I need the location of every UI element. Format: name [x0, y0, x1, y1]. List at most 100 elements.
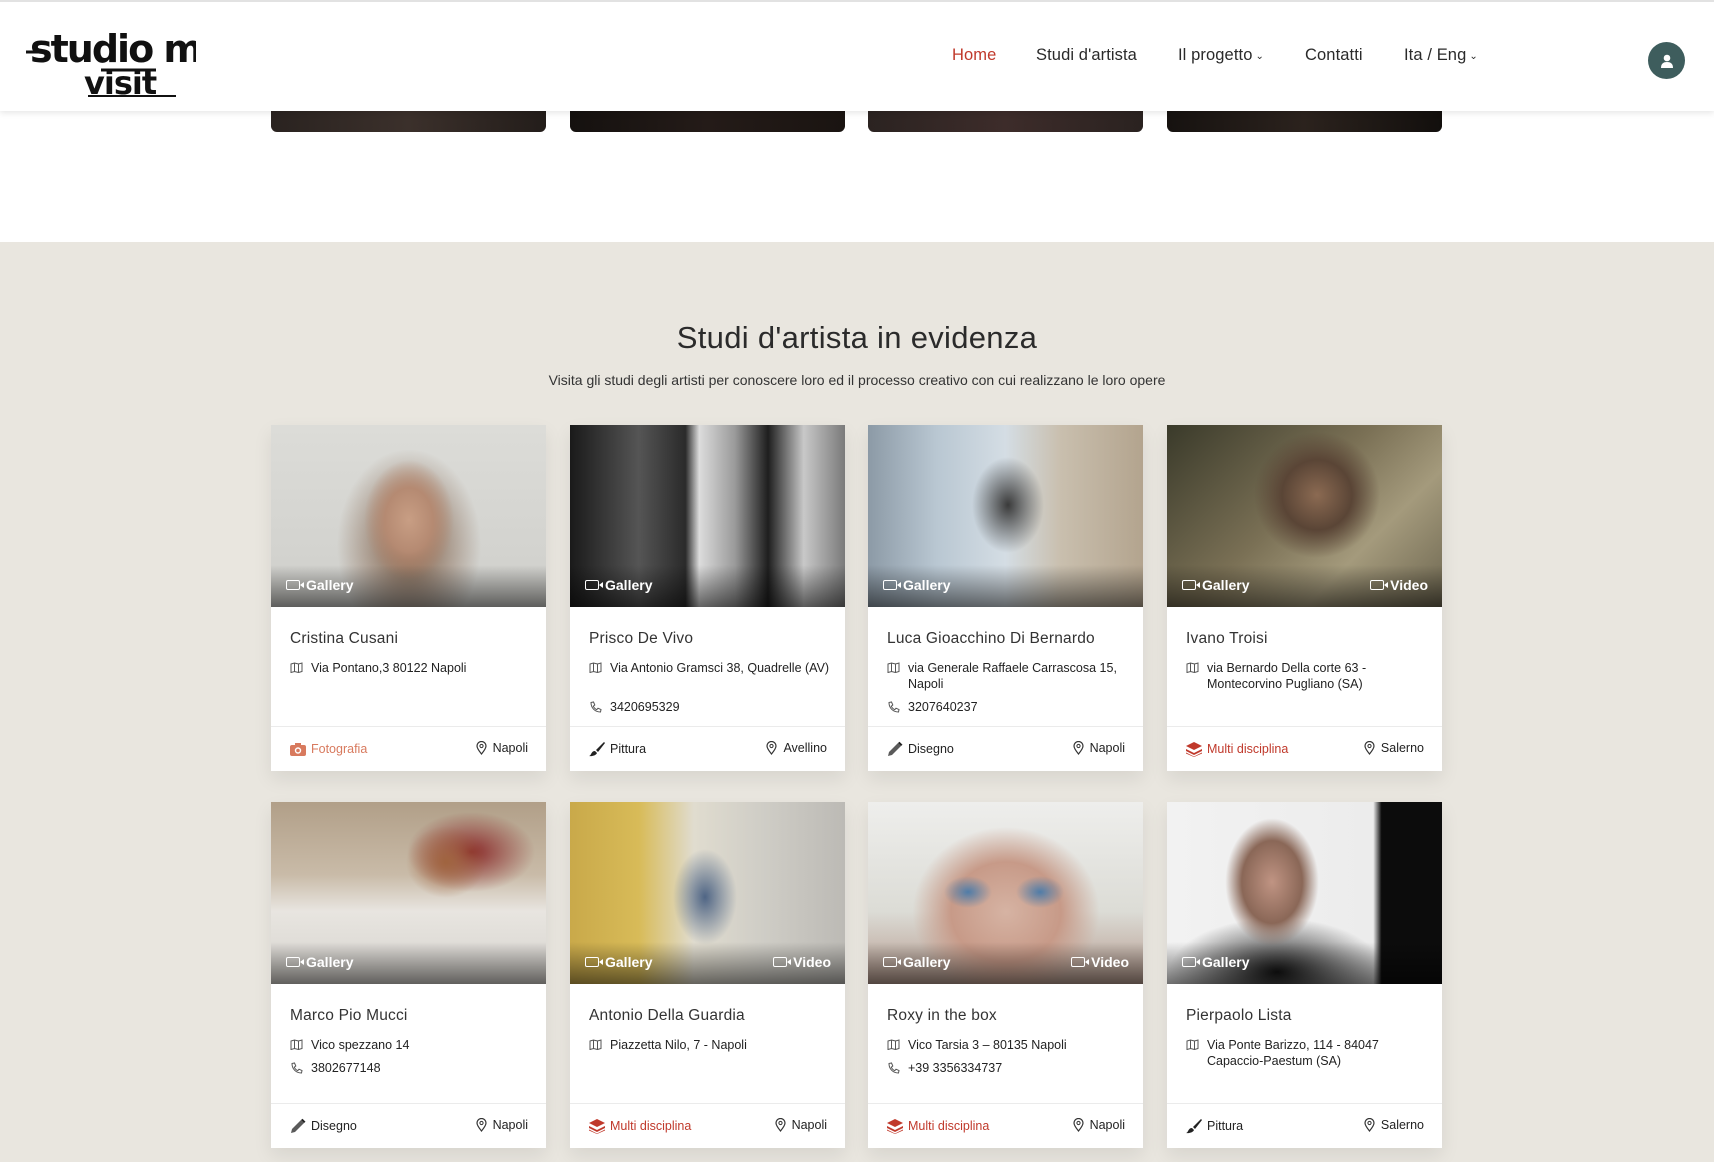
- card-footer: Disegno Napoli: [271, 1103, 546, 1148]
- artist-photo[interactable]: Gallery: [868, 425, 1143, 607]
- artist-address: Vico Tarsia 3 – 80135 Napoli: [887, 1037, 1132, 1053]
- artist-address-text: Piazzetta Nilo, 7 - Napoli: [610, 1038, 747, 1052]
- layers-icon: [887, 1119, 903, 1134]
- artist-address-text: via Generale Raffaele Carrascosa 15, Nap…: [908, 661, 1117, 691]
- artist-name[interactable]: Roxy in the box: [887, 1007, 997, 1025]
- gallery-tag[interactable]: Gallery: [286, 577, 353, 593]
- discipline-badge[interactable]: Multi disciplina: [588, 1118, 691, 1134]
- video-camera-icon: [585, 957, 603, 967]
- city-text: Napoli: [492, 741, 528, 755]
- discipline-badge[interactable]: Multi disciplina: [886, 1118, 989, 1134]
- artist-card[interactable]: Gallery Pierpaolo Lista Via Ponte Barizz…: [1167, 802, 1442, 1148]
- gallery-tag[interactable]: Gallery: [585, 954, 652, 970]
- discipline-badge[interactable]: Pittura: [1185, 1118, 1243, 1134]
- artist-card[interactable]: Gallery Marco Pio Mucci Vico spezzano 14…: [271, 802, 546, 1148]
- artist-phone[interactable]: 3802677148: [290, 1061, 381, 1075]
- card-footer: Fotografia Napoli: [271, 726, 546, 771]
- video-camera-icon: [773, 957, 792, 967]
- city-text: Salerno: [1380, 741, 1424, 755]
- gallery-tag[interactable]: Gallery: [1182, 577, 1249, 593]
- discipline-badge[interactable]: Disegno: [289, 1118, 357, 1134]
- artist-phone[interactable]: 3207640237: [887, 700, 978, 714]
- artist-photo[interactable]: Gallery: [271, 425, 546, 607]
- artist-card[interactable]: Gallery Video Ivano Troisi via Bernardo …: [1167, 425, 1442, 771]
- artist-card[interactable]: Gallery Luca Gioacchino Di Bernardo via …: [868, 425, 1143, 771]
- video-camera-icon: [1182, 580, 1200, 590]
- artist-photo[interactable]: Gallery Video: [570, 802, 845, 984]
- discipline-badge[interactable]: Pittura: [588, 741, 646, 757]
- city-label[interactable]: Avellino: [766, 741, 827, 755]
- artist-phone[interactable]: 3420695329: [589, 700, 680, 714]
- gallery-tag[interactable]: Gallery: [883, 577, 950, 593]
- artist-name[interactable]: Prisco De Vivo: [589, 630, 693, 648]
- artist-address: Via Ponte Barizzo, 114 - 84047 Capaccio-…: [1186, 1037, 1431, 1069]
- artist-address: Via Antonio Gramsci 38, Quadrelle (AV): [589, 660, 834, 676]
- city-text: Avellino: [783, 741, 827, 755]
- city-label[interactable]: Salerno: [1364, 1118, 1424, 1132]
- nav-contatti[interactable]: Contatti: [1305, 46, 1363, 65]
- map-icon: [589, 662, 602, 673]
- nav-il-progetto-label: Il progetto: [1178, 46, 1253, 64]
- city-label[interactable]: Salerno: [1364, 741, 1424, 755]
- artist-phone-text: 3207640237: [908, 700, 978, 714]
- video-tag[interactable]: Video: [1370, 577, 1428, 593]
- discipline-badge[interactable]: Disegno: [886, 741, 954, 757]
- gallery-tag[interactable]: Gallery: [585, 577, 652, 593]
- previous-card-bottom[interactable]: [868, 111, 1143, 132]
- city-label[interactable]: Napoli: [475, 1118, 528, 1132]
- chevron-down-icon: ⌄: [1469, 51, 1478, 62]
- city-label[interactable]: Napoli: [1072, 1118, 1125, 1132]
- video-camera-icon: [585, 580, 603, 590]
- discipline-badge[interactable]: Multi disciplina: [1185, 741, 1288, 757]
- city-text: Napoli: [1089, 741, 1125, 755]
- previous-card-bottom[interactable]: [570, 111, 845, 132]
- artist-name[interactable]: Luca Gioacchino Di Bernardo: [887, 630, 1095, 648]
- studio-me-visit-logo[interactable]: studio me visit: [26, 26, 196, 102]
- discipline-label: Pittura: [610, 742, 647, 756]
- video-camera-icon: [883, 580, 901, 590]
- artist-photo[interactable]: Gallery: [1167, 802, 1442, 984]
- artist-photo[interactable]: Gallery: [271, 802, 546, 984]
- nav-studi-artista[interactable]: Studi d'artista: [1036, 46, 1137, 65]
- video-tag[interactable]: Video: [1071, 954, 1129, 970]
- map-icon: [290, 662, 303, 673]
- layers-icon: [589, 1119, 605, 1134]
- city-label[interactable]: Napoli: [774, 1118, 827, 1132]
- discipline-label: Disegno: [311, 1119, 357, 1133]
- artist-photo[interactable]: Gallery Video: [1167, 425, 1442, 607]
- gallery-tag[interactable]: Gallery: [883, 954, 950, 970]
- card-footer: Pittura Avellino: [570, 726, 845, 771]
- nav-il-progetto[interactable]: Il progetto ⌄: [1178, 46, 1264, 65]
- artist-photo[interactable]: Gallery: [570, 425, 845, 607]
- nav-home[interactable]: Home: [952, 46, 996, 65]
- artist-card[interactable]: Gallery Video Antonio Della Guardia Piaz…: [570, 802, 845, 1148]
- city-label[interactable]: Napoli: [1072, 741, 1125, 755]
- city-label[interactable]: Napoli: [475, 741, 528, 755]
- card-footer: Multi disciplina Salerno: [1167, 726, 1442, 771]
- artist-name[interactable]: Antonio Della Guardia: [589, 1007, 745, 1025]
- discipline-badge[interactable]: Fotografia: [289, 741, 367, 757]
- gallery-tag[interactable]: Gallery: [286, 954, 353, 970]
- gallery-tag[interactable]: Gallery: [1182, 954, 1249, 970]
- artist-photo[interactable]: Gallery Video: [868, 802, 1143, 984]
- artist-card[interactable]: Gallery Prisco De Vivo Via Antonio Grams…: [570, 425, 845, 771]
- map-icon: [1186, 1039, 1199, 1050]
- artist-phone[interactable]: +39 3356334737: [887, 1061, 1002, 1075]
- previous-card-bottom[interactable]: [271, 111, 546, 132]
- video-tag[interactable]: Video: [773, 954, 831, 970]
- map-icon: [887, 662, 900, 673]
- artist-name[interactable]: Cristina Cusani: [290, 630, 398, 648]
- artist-card[interactable]: Gallery Cristina Cusani Via Pontano,3 80…: [271, 425, 546, 771]
- artist-name[interactable]: Ivano Troisi: [1186, 630, 1268, 648]
- phone-icon: [590, 700, 602, 713]
- artist-card[interactable]: Gallery Video Roxy in the box Vico Tarsi…: [868, 802, 1143, 1148]
- user-account-button[interactable]: [1648, 42, 1685, 79]
- previous-card-bottom[interactable]: [1167, 111, 1442, 132]
- video-label: Video: [1091, 954, 1129, 970]
- artist-name[interactable]: Pierpaolo Lista: [1186, 1007, 1292, 1025]
- video-label: Video: [1390, 577, 1428, 593]
- artist-name[interactable]: Marco Pio Mucci: [290, 1007, 408, 1025]
- phone-icon: [888, 1061, 900, 1074]
- city-text: Napoli: [1089, 1118, 1125, 1132]
- nav-language[interactable]: Ita / Eng ⌄: [1404, 46, 1478, 65]
